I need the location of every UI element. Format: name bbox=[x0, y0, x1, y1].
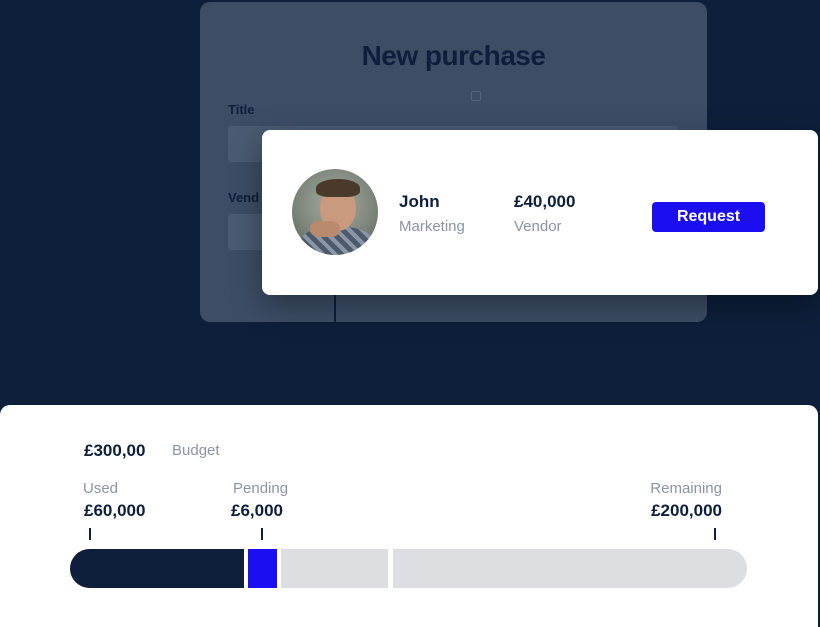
pending-label: Pending bbox=[233, 480, 289, 497]
request-amount: £40,000 bbox=[514, 192, 576, 211]
pending-value: £6,000 bbox=[231, 501, 283, 520]
purchase-form-title: New purchase bbox=[361, 40, 546, 71]
budget-bar-used-segment bbox=[70, 549, 244, 588]
request-card: John Marketing £40,000 Vendor Request bbox=[262, 130, 818, 295]
budget-bar-remaining-segment bbox=[393, 549, 747, 588]
person-department: Marketing bbox=[399, 218, 465, 235]
used-tick bbox=[89, 528, 91, 540]
remaining-tick bbox=[714, 528, 716, 540]
title-field-label: Title bbox=[228, 102, 255, 117]
avatar bbox=[292, 169, 378, 255]
form-indicator-icon bbox=[471, 91, 481, 101]
budget-label: Budget bbox=[172, 442, 220, 459]
budget-amount: £300,00 bbox=[84, 441, 146, 460]
used-label: Used bbox=[83, 480, 119, 497]
budget-bar bbox=[70, 549, 747, 588]
vendor-field-label: Vend bbox=[228, 190, 260, 205]
budget-panel: £300,00 Budget Used £60,000 Pending £6,0… bbox=[0, 405, 818, 627]
budget-bar-pending-segment bbox=[248, 549, 277, 588]
pending-tick bbox=[261, 528, 263, 540]
remaining-label: Remaining bbox=[650, 480, 722, 497]
request-amount-label: Vendor bbox=[514, 218, 562, 235]
request-button[interactable]: Request bbox=[652, 202, 765, 232]
budget-bar-requested-segment bbox=[281, 549, 388, 588]
used-value: £60,000 bbox=[84, 501, 146, 520]
person-name: John bbox=[399, 192, 440, 211]
remaining-value: £200,000 bbox=[651, 501, 722, 520]
